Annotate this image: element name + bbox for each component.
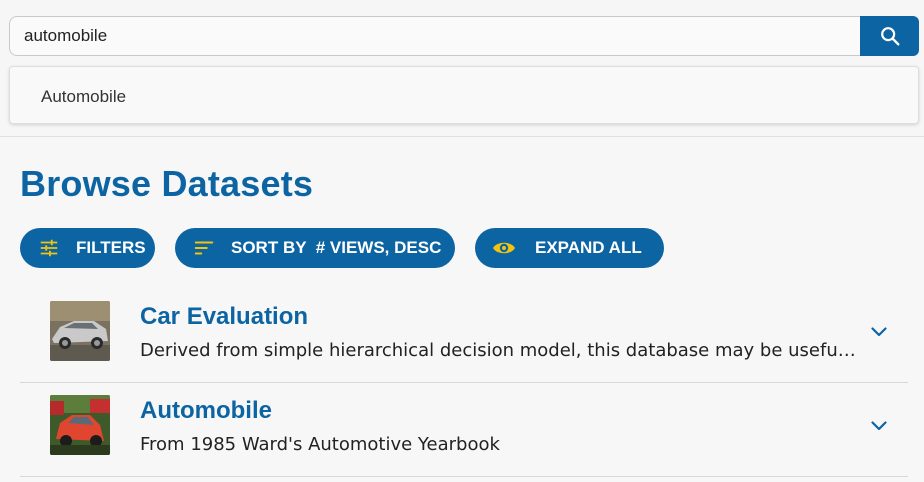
dataset-thumbnail	[50, 395, 110, 455]
dataset-row[interactable]: Automobile From 1985 Ward's Automotive Y…	[20, 383, 908, 477]
dataset-description: Derived from simple hierarchical decisio…	[140, 340, 860, 361]
search-suggestions: Automobile	[9, 66, 919, 124]
expand-all-label: EXPAND ALL	[535, 238, 642, 257]
dataset-list: Car Evaluation Derived from simple hiera…	[20, 289, 908, 477]
dataset-description: From 1985 Ward's Automotive Yearbook	[140, 434, 500, 455]
chevron-down-icon[interactable]	[870, 417, 888, 435]
dataset-title[interactable]: Automobile	[140, 397, 272, 425]
search-bar	[9, 16, 919, 56]
main-content: Browse Datasets FILTERS SORT BY # VIEWS,…	[0, 136, 924, 482]
top-bar: Automobile	[0, 0, 924, 128]
filters-button[interactable]: FILTERS	[20, 228, 155, 268]
filters-label: FILTERS	[76, 238, 146, 257]
dataset-row[interactable]: Car Evaluation Derived from simple hiera…	[20, 289, 908, 383]
sort-icon	[192, 236, 216, 260]
search-button[interactable]	[860, 16, 919, 56]
expand-all-button[interactable]: EXPAND ALL	[475, 228, 664, 268]
suggestion-item[interactable]: Automobile	[41, 87, 126, 107]
page-title: Browse Datasets	[20, 163, 314, 204]
eye-icon	[492, 236, 516, 260]
search-icon	[880, 27, 899, 46]
sort-button[interactable]: SORT BY # VIEWS, DESC	[175, 228, 455, 268]
dataset-title[interactable]: Car Evaluation	[140, 303, 308, 331]
dataset-thumbnail	[50, 301, 110, 361]
search-input[interactable]	[9, 16, 860, 56]
sort-label: SORT BY # VIEWS, DESC	[231, 238, 442, 257]
chevron-down-icon[interactable]	[870, 323, 888, 341]
tune-icon	[37, 236, 61, 260]
